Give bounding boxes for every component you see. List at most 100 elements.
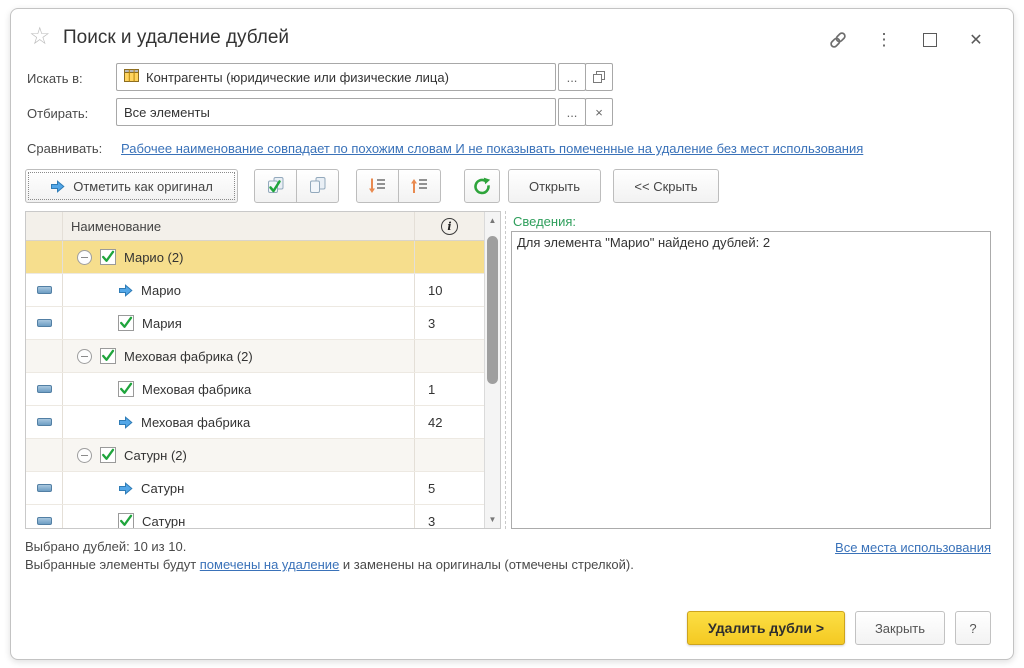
favorite-star-icon[interactable]: ☆ (29, 25, 51, 49)
row-name-cell: Сатурн (63, 505, 415, 529)
table-row[interactable]: Сатурн3 (26, 505, 484, 529)
close-button[interactable]: Закрыть (855, 611, 945, 645)
row-label: Мария (142, 316, 182, 331)
row-label: Меховая фабрика (141, 415, 250, 430)
table-row[interactable]: Марио10 (26, 274, 484, 307)
row-checkbox[interactable] (100, 348, 116, 364)
usage-count: 42 (415, 406, 484, 438)
dialog-title: Поиск и удаление дублей (63, 27, 289, 49)
name-column-header[interactable]: Наименование (63, 212, 415, 240)
hide-button[interactable]: << Скрыть (613, 169, 719, 203)
minus-glyph (81, 356, 88, 357)
table-row[interactable]: Меховая фабрика (2) (26, 340, 484, 373)
row-type-cell (26, 307, 63, 339)
row-name-cell: Мария (63, 307, 415, 339)
usage-places-link[interactable]: Все места использования (835, 540, 991, 555)
selected-count-text: Выбрано дублей: 10 из 10. (25, 539, 186, 554)
row-label: Меховая фабрика (142, 382, 251, 397)
clear-all-checkboxes-button[interactable] (296, 169, 339, 203)
search-in-open-button[interactable] (585, 63, 613, 91)
collapse-toggle-icon[interactable] (77, 250, 92, 265)
original-arrow-icon (118, 415, 133, 430)
open-button[interactable]: Открыть (508, 169, 601, 203)
element-icon (37, 484, 52, 492)
minus-glyph (81, 257, 88, 258)
row-label: Сатурн (2) (124, 448, 187, 463)
checkbox-button-group (254, 169, 339, 203)
compare-rule-link[interactable]: Рабочее наименование совпадает по похожи… (121, 141, 863, 156)
row-label: Сатурн (141, 481, 184, 496)
compare-label: Сравнивать: (27, 141, 102, 156)
help-button[interactable]: ? (955, 611, 991, 645)
row-checkbox[interactable] (118, 315, 134, 331)
element-icon (37, 286, 52, 294)
element-icon (37, 319, 52, 327)
original-arrow-icon (118, 283, 133, 298)
duplicates-dialog: ☆ Поиск и удаление дублей ⋮ ✕ Искать в: … (10, 8, 1014, 660)
row-name-cell: Сатурн (2) (63, 439, 415, 471)
set-all-checkboxes-button[interactable] (254, 169, 297, 203)
usage-count (415, 439, 484, 471)
expand-all-button[interactable] (356, 169, 399, 203)
filter-choose-button[interactable]: ... (558, 98, 586, 126)
filter-clear-button[interactable]: × (585, 98, 613, 126)
usage-count (415, 340, 484, 372)
details-text-area[interactable]: Для элемента "Марио" найдено дублей: 2 (511, 231, 991, 529)
duplicates-table: Наименование i Марио (2)Марио10 Мария 3 Мех… (25, 211, 501, 529)
table-row[interactable]: Сатурн (2) (26, 439, 484, 472)
row-checkbox[interactable] (118, 513, 134, 529)
row-name-cell: Меховая фабрика (63, 406, 415, 438)
collapse-toggle-icon[interactable] (77, 349, 92, 364)
usage-count: 3 (415, 307, 484, 339)
row-checkbox[interactable] (100, 447, 116, 463)
element-icon (37, 517, 52, 525)
mark-as-original-button[interactable]: Отметить как оригинал (25, 169, 238, 203)
search-in-label: Искать в: (27, 71, 83, 86)
collapse-all-button[interactable] (398, 169, 441, 203)
row-checkbox[interactable] (118, 381, 134, 397)
usage-count: 3 (415, 505, 484, 529)
panel-splitter[interactable] (505, 211, 506, 529)
info-icon: i (441, 218, 458, 235)
search-in-choose-button[interactable]: ... (558, 63, 586, 91)
search-in-value: Контрагенты (юридические или физические … (146, 70, 449, 85)
refresh-icon (473, 177, 491, 195)
row-name-cell: Меховая фабрика (63, 373, 415, 405)
table-row[interactable]: Мария 3 (26, 307, 484, 340)
table-scrollbar[interactable]: ▲ ▼ (484, 212, 500, 528)
row-checkbox[interactable] (100, 249, 116, 265)
maximize-icon[interactable] (919, 29, 941, 51)
link-icon[interactable] (827, 29, 849, 51)
table-row[interactable]: Меховая фабрика1 (26, 373, 484, 406)
window-controls: ⋮ ✕ (827, 29, 987, 51)
row-label: Меховая фабрика (2) (124, 349, 253, 364)
collapse-toggle-icon[interactable] (77, 448, 92, 463)
info-column-header[interactable]: i (415, 218, 484, 235)
filter-field[interactable]: Все элементы (116, 98, 556, 126)
element-icon (37, 418, 52, 426)
table-row[interactable]: Сатурн5 (26, 472, 484, 505)
delete-duplicates-button[interactable]: Удалить дубли > (687, 611, 845, 645)
more-menu-icon[interactable]: ⋮ (873, 29, 895, 51)
original-arrow-icon (118, 481, 133, 496)
row-type-cell (26, 274, 63, 306)
filter-label: Отбирать: (27, 106, 88, 121)
search-in-field[interactable]: Контрагенты (юридические или физические … (116, 63, 556, 91)
row-name-cell: Сатурн (63, 472, 415, 504)
refresh-button[interactable] (464, 169, 500, 203)
scrollbar-thumb[interactable] (487, 236, 498, 384)
row-type-cell (26, 406, 63, 438)
element-icon (37, 385, 52, 393)
usage-count (415, 241, 484, 273)
table-header: Наименование i (26, 212, 484, 241)
type-column-header[interactable] (26, 212, 63, 240)
mark-deletion-link[interactable]: помечены на удаление (200, 557, 340, 572)
close-icon[interactable]: ✕ (965, 29, 987, 51)
dup-table-rows: Марио (2)Марио10 Мария 3 Меховая фабрика (2… (26, 241, 500, 529)
scroll-down-icon[interactable]: ▼ (485, 512, 500, 527)
table-row[interactable]: Меховая фабрика 42 (26, 406, 484, 439)
row-type-cell (26, 439, 63, 471)
table-row[interactable]: Марио (2) (26, 241, 484, 274)
row-name-cell: Марио (2) (63, 241, 415, 273)
scroll-up-icon[interactable]: ▲ (485, 213, 500, 228)
